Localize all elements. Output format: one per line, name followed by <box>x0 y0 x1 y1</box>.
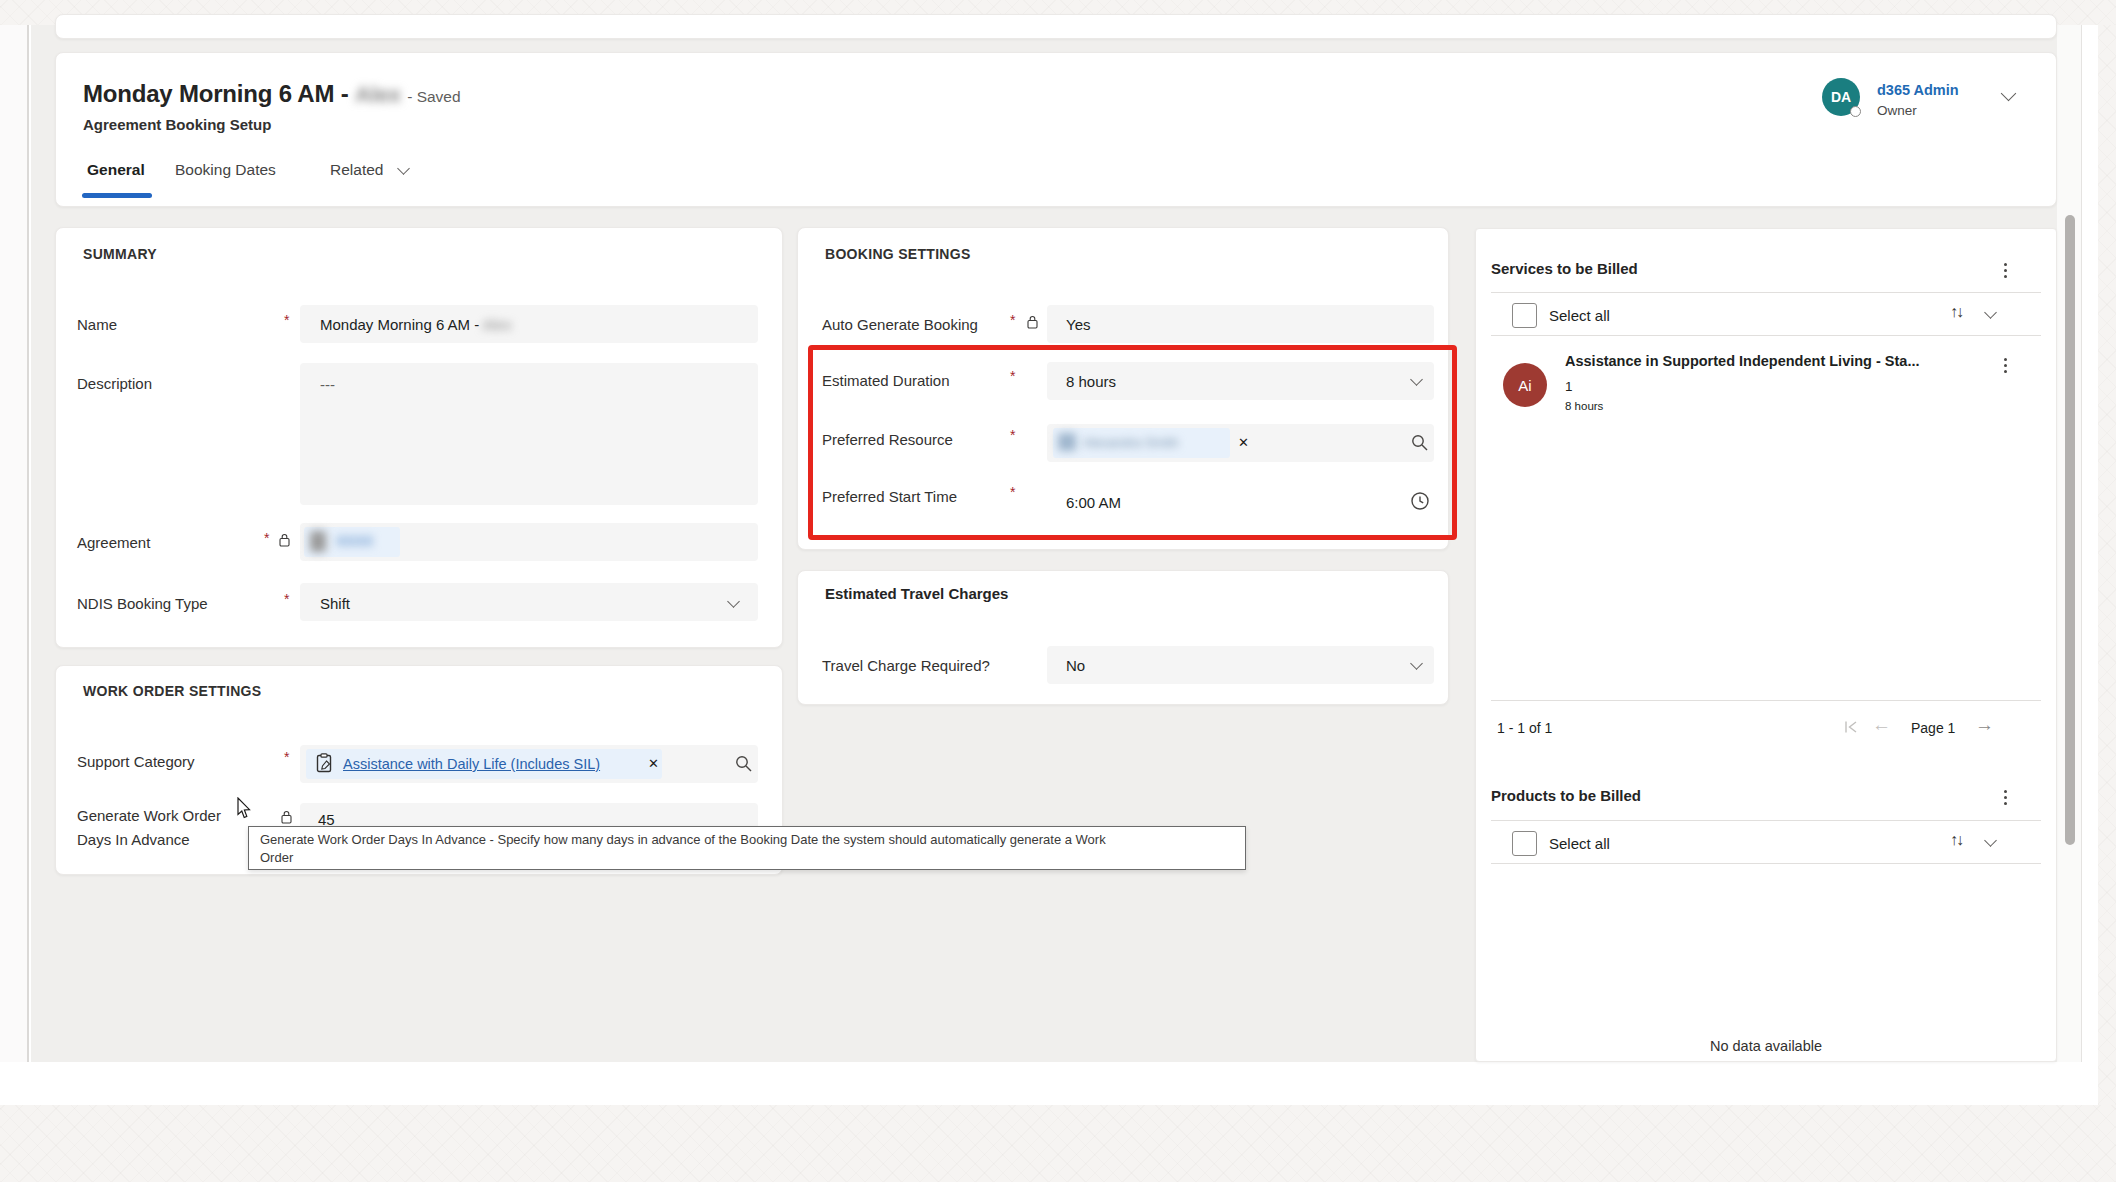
generate-days-label-line1: Generate Work Order <box>77 807 221 824</box>
service-item-quantity: 1 <box>1565 379 1573 394</box>
texture-right <box>2098 25 2116 1105</box>
active-tab-underline <box>82 193 152 198</box>
saved-status: - Saved <box>407 88 460 105</box>
support-remove-icon[interactable]: ✕ <box>648 756 659 771</box>
ndis-booking-type-label: NDIS Booking Type <box>77 595 208 612</box>
support-category-link[interactable]: Assistance with Daily Life (Includes SIL… <box>343 756 600 772</box>
blurred-record-name: Alex <box>355 82 401 107</box>
owner-presence-dot <box>1850 106 1861 117</box>
agreement-blur-text: XXXX <box>336 533 373 549</box>
service-item-avatar: Ai <box>1503 363 1547 407</box>
left-rail <box>0 25 29 1062</box>
name-blur: Alex <box>483 316 512 333</box>
products-select-all-label: Select all <box>1549 835 1610 852</box>
auto-generate-label: Auto Generate Booking <box>822 316 978 333</box>
service-item-more-icon[interactable] <box>2003 358 2007 373</box>
tooltip-line1: Generate Work Order Days In Advance - Sp… <box>260 831 1234 849</box>
support-search-icon[interactable] <box>734 754 753 773</box>
next-page-icon[interactable]: → <box>1975 714 1994 736</box>
tab-related[interactable]: Related <box>330 161 383 179</box>
agreement-lock-icon <box>278 533 291 547</box>
travel-charge-value: No <box>1066 657 1085 674</box>
summary-section-title: SUMMARY <box>83 246 157 262</box>
scrollbar-thumb[interactable] <box>2065 215 2075 845</box>
first-page-icon[interactable] <box>1843 719 1859 735</box>
products-more-icon[interactable] <box>2003 790 2007 805</box>
booking-section-title: BOOKING SETTINGS <box>825 246 971 262</box>
work-order-section-title: WORK ORDER SETTINGS <box>83 683 261 699</box>
tab-booking-dates[interactable]: Booking Dates <box>175 161 276 179</box>
agreement-chip[interactable]: XXXX <box>304 527 400 557</box>
support-category-label: Support Category <box>77 753 195 770</box>
name-value: Monday Morning 6 AM - Alex <box>320 316 512 333</box>
agreement-required: * <box>264 530 269 546</box>
travel-section-title: Estimated Travel Charges <box>825 585 1008 602</box>
ndis-value: Shift <box>320 595 350 612</box>
travel-charge-field[interactable] <box>1047 646 1434 684</box>
previous-card-sliver <box>55 14 2057 39</box>
ndis-required: * <box>284 591 289 607</box>
products-empty-message: No data available <box>1475 1038 2057 1054</box>
highlight-rectangle <box>808 345 1457 540</box>
generate-lock-icon <box>280 810 293 824</box>
owner-name[interactable]: d365 Admin <box>1877 82 1959 98</box>
products-select-all-checkbox[interactable] <box>1512 831 1537 856</box>
auto-generate-lock-icon <box>1026 315 1039 329</box>
mouse-cursor <box>236 797 253 821</box>
products-sort-icon[interactable]: ↑↓ <box>1950 831 1962 849</box>
description-value: --- <box>320 376 335 393</box>
travel-charge-label: Travel Charge Required? <box>822 657 990 674</box>
ndis-field[interactable] <box>300 583 758 621</box>
form-subtitle: Agreement Booking Setup <box>83 116 271 133</box>
services-divider-2 <box>1491 335 2041 336</box>
name-required: * <box>284 312 289 328</box>
services-more-icon[interactable] <box>2003 263 2007 278</box>
services-select-all-checkbox[interactable] <box>1512 303 1537 328</box>
services-page-range: 1 - 1 of 1 <box>1497 720 1552 736</box>
tooltip: Generate Work Order Days In Advance - Sp… <box>248 826 1246 870</box>
tooltip-line2: Order <box>260 849 1234 867</box>
auto-generate-required: * <box>1010 312 1015 328</box>
services-select-all-label: Select all <box>1549 307 1610 324</box>
products-title: Products to be Billed <box>1491 787 1641 804</box>
services-title: Services to be Billed <box>1491 260 1638 277</box>
auto-generate-value: Yes <box>1066 316 1090 333</box>
page-indicator: Page 1 <box>1911 720 1955 736</box>
description-field[interactable] <box>300 363 758 505</box>
products-divider-2 <box>1491 863 2041 864</box>
support-doc-icon <box>316 753 332 773</box>
tab-general[interactable]: General <box>87 161 145 179</box>
name-label: Name <box>77 316 117 333</box>
agreement-doc-icon <box>310 531 326 552</box>
support-required: * <box>284 749 289 765</box>
page-title: Monday Morning 6 AM - Alex - Saved <box>83 80 461 108</box>
prev-page-icon[interactable]: ← <box>1872 714 1891 736</box>
services-divider-3 <box>1491 700 2041 701</box>
products-divider-1 <box>1491 820 2041 821</box>
services-divider-1 <box>1491 292 2041 293</box>
agreement-label: Agreement <box>77 534 150 551</box>
description-label: Description <box>77 375 152 392</box>
owner-role: Owner <box>1877 103 1917 118</box>
services-sort-icon[interactable]: ↑↓ <box>1950 303 1962 321</box>
generate-days-label-line2: Days In Advance <box>77 831 190 848</box>
auto-generate-field[interactable] <box>1047 305 1434 343</box>
texture-bottom <box>0 1105 2116 1182</box>
service-item-duration: 8 hours <box>1565 400 1603 412</box>
service-item-title[interactable]: Assistance in Supported Independent Livi… <box>1565 353 1995 369</box>
header-card <box>55 52 2057 207</box>
